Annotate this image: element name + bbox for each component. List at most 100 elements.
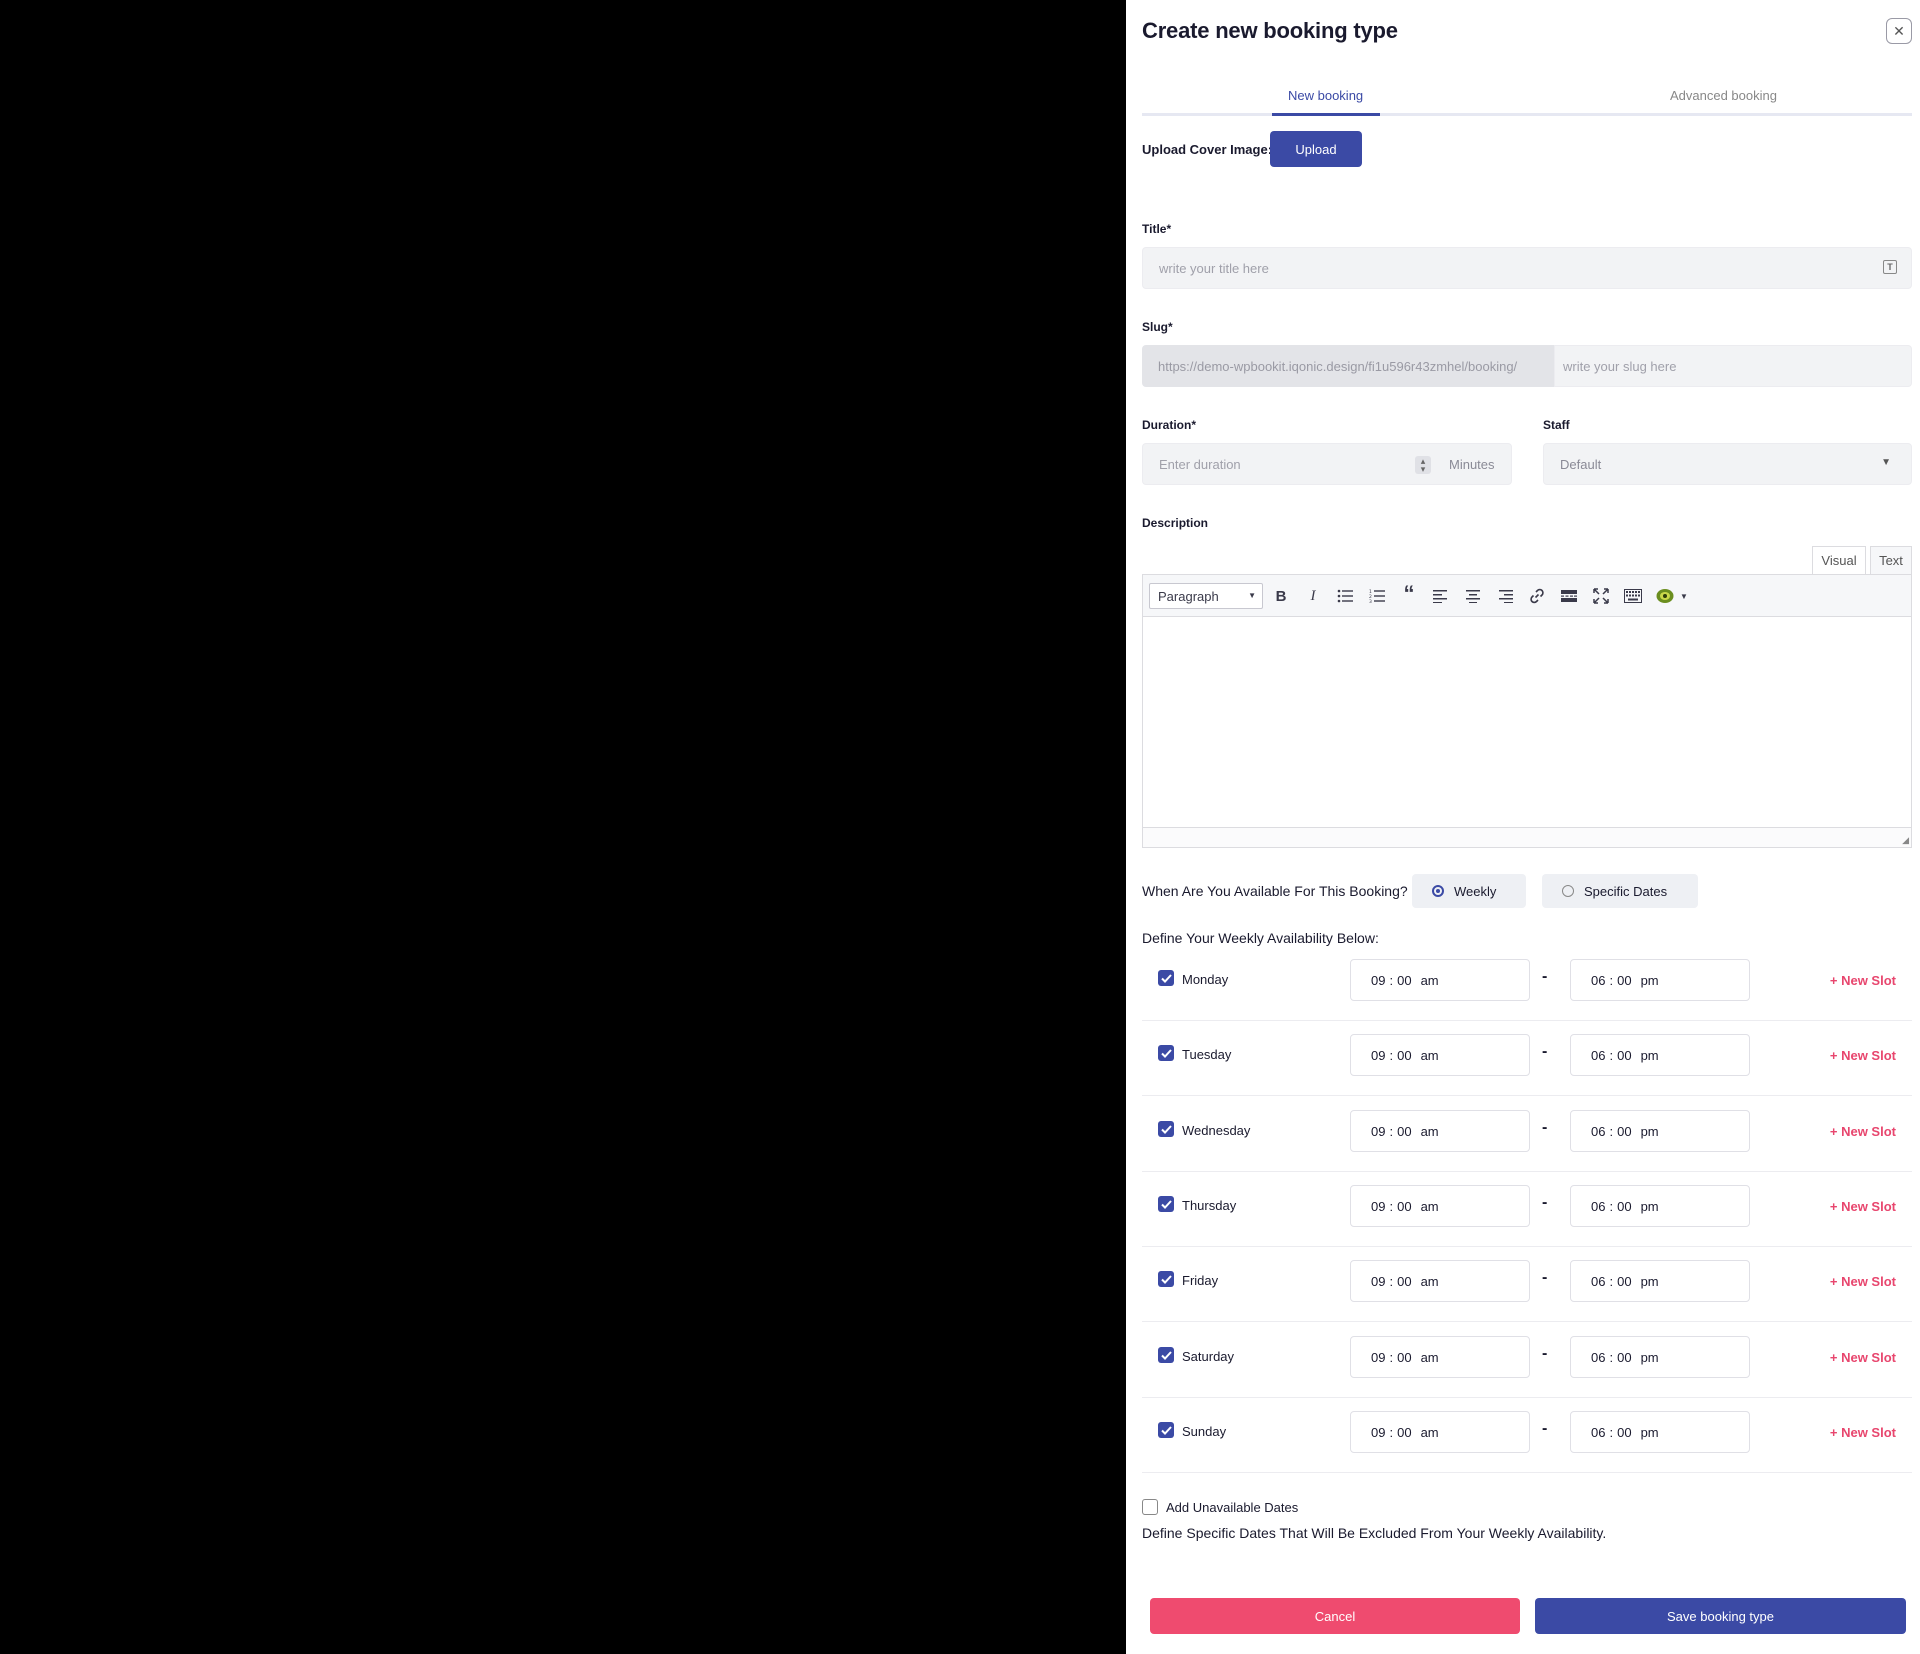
end-hour[interactable]: 06 xyxy=(1591,1274,1605,1289)
new-slot-button[interactable]: + New Slot xyxy=(1830,1124,1896,1139)
start-ampm[interactable]: am xyxy=(1421,1124,1439,1139)
end-ampm[interactable]: pm xyxy=(1641,1199,1659,1214)
day-checkbox[interactable] xyxy=(1158,970,1174,986)
numbered-list-icon[interactable]: 123 xyxy=(1367,587,1387,605)
blockquote-icon[interactable]: “ xyxy=(1399,581,1419,606)
read-more-icon[interactable] xyxy=(1559,587,1579,605)
tab-advanced-booking[interactable]: Advanced booking xyxy=(1670,88,1777,103)
link-icon[interactable] xyxy=(1527,587,1547,605)
end-hour[interactable]: 06 xyxy=(1591,1048,1605,1063)
editor-tab-visual[interactable]: Visual xyxy=(1812,546,1866,574)
start-time-input[interactable]: 09:00 am xyxy=(1350,959,1530,1001)
end-minute[interactable]: 00 xyxy=(1617,1274,1631,1289)
emoji-icon[interactable]: ▼ xyxy=(1655,587,1689,605)
start-hour[interactable]: 09 xyxy=(1371,1124,1385,1139)
end-minute[interactable]: 00 xyxy=(1617,1350,1631,1365)
start-minute[interactable]: 00 xyxy=(1397,1048,1411,1063)
end-hour[interactable]: 06 xyxy=(1591,1425,1605,1440)
start-hour[interactable]: 09 xyxy=(1371,1350,1385,1365)
end-hour[interactable]: 06 xyxy=(1591,1124,1605,1139)
number-stepper-icon[interactable]: ▴ ▾ xyxy=(1415,456,1431,474)
editor-tab-text[interactable]: Text xyxy=(1870,546,1912,574)
start-hour[interactable]: 09 xyxy=(1371,1274,1385,1289)
radio-specific-dates[interactable]: Specific Dates xyxy=(1542,874,1698,908)
end-ampm[interactable]: pm xyxy=(1641,1274,1659,1289)
start-ampm[interactable]: am xyxy=(1421,1199,1439,1214)
day-checkbox[interactable] xyxy=(1158,1196,1174,1212)
end-minute[interactable]: 00 xyxy=(1617,1124,1631,1139)
new-slot-button[interactable]: + New Slot xyxy=(1830,1274,1896,1289)
start-minute[interactable]: 00 xyxy=(1397,1350,1411,1365)
start-time-input[interactable]: 09:00 am xyxy=(1350,1110,1530,1152)
start-ampm[interactable]: am xyxy=(1421,1274,1439,1289)
end-hour[interactable]: 06 xyxy=(1591,1350,1605,1365)
start-minute[interactable]: 00 xyxy=(1397,1274,1411,1289)
start-time-input[interactable]: 09:00 am xyxy=(1350,1336,1530,1378)
end-minute[interactable]: 00 xyxy=(1617,1048,1631,1063)
start-time-input[interactable]: 09:00 am xyxy=(1350,1185,1530,1227)
bold-icon[interactable]: B xyxy=(1271,587,1291,605)
duration-input[interactable]: Enter duration ▴ ▾ Minutes xyxy=(1142,443,1512,485)
fullscreen-icon[interactable] xyxy=(1591,587,1611,605)
end-hour[interactable]: 06 xyxy=(1591,973,1605,988)
resize-handle-icon[interactable]: ◢ xyxy=(1902,835,1909,846)
format-select[interactable]: Paragraph ▼ xyxy=(1149,583,1263,609)
start-hour[interactable]: 09 xyxy=(1371,973,1385,988)
start-time-input[interactable]: 09:00 am xyxy=(1350,1260,1530,1302)
end-time-input[interactable]: 06:00 pm xyxy=(1570,1336,1750,1378)
start-minute[interactable]: 00 xyxy=(1397,973,1411,988)
end-time-input[interactable]: 06:00 pm xyxy=(1570,959,1750,1001)
end-minute[interactable]: 00 xyxy=(1617,973,1631,988)
close-button[interactable]: ✕ xyxy=(1886,18,1912,44)
day-checkbox[interactable] xyxy=(1158,1347,1174,1363)
start-time-input[interactable]: 09:00 am xyxy=(1350,1034,1530,1076)
start-minute[interactable]: 00 xyxy=(1397,1124,1411,1139)
keyboard-icon[interactable] xyxy=(1623,587,1643,605)
start-hour[interactable]: 09 xyxy=(1371,1199,1385,1214)
start-ampm[interactable]: am xyxy=(1421,1425,1439,1440)
slug-input[interactable]: write your slug here xyxy=(1554,345,1912,387)
end-time-input[interactable]: 06:00 pm xyxy=(1570,1185,1750,1227)
day-checkbox[interactable] xyxy=(1158,1045,1174,1061)
new-slot-button[interactable]: + New Slot xyxy=(1830,1199,1896,1214)
end-ampm[interactable]: pm xyxy=(1641,1048,1659,1063)
unavailable-dates-checkbox[interactable] xyxy=(1142,1499,1158,1515)
end-ampm[interactable]: pm xyxy=(1641,1124,1659,1139)
day-checkbox[interactable] xyxy=(1158,1271,1174,1287)
save-booking-type-button[interactable]: Save booking type xyxy=(1535,1598,1906,1634)
align-center-icon[interactable] xyxy=(1463,587,1483,605)
end-minute[interactable]: 00 xyxy=(1617,1425,1631,1440)
upload-button[interactable]: Upload xyxy=(1270,131,1362,167)
new-slot-button[interactable]: + New Slot xyxy=(1830,973,1896,988)
align-right-icon[interactable] xyxy=(1495,587,1515,605)
start-ampm[interactable]: am xyxy=(1421,1350,1439,1365)
end-hour[interactable]: 06 xyxy=(1591,1199,1605,1214)
title-input[interactable]: write your title here T xyxy=(1142,247,1912,289)
end-time-input[interactable]: 06:00 pm xyxy=(1570,1034,1750,1076)
day-checkbox[interactable] xyxy=(1158,1422,1174,1438)
staff-select[interactable]: Default ▼ xyxy=(1543,443,1912,485)
new-slot-button[interactable]: + New Slot xyxy=(1830,1425,1896,1440)
start-minute[interactable]: 00 xyxy=(1397,1199,1411,1214)
end-ampm[interactable]: pm xyxy=(1641,1425,1659,1440)
start-ampm[interactable]: am xyxy=(1421,973,1439,988)
radio-weekly[interactable]: Weekly xyxy=(1412,874,1526,908)
start-hour[interactable]: 09 xyxy=(1371,1425,1385,1440)
tab-new-booking[interactable]: New booking xyxy=(1288,88,1363,103)
start-time-input[interactable]: 09:00 am xyxy=(1350,1411,1530,1453)
end-ampm[interactable]: pm xyxy=(1641,973,1659,988)
end-minute[interactable]: 00 xyxy=(1617,1199,1631,1214)
cancel-button[interactable]: Cancel xyxy=(1150,1598,1520,1634)
editor-content-area[interactable] xyxy=(1143,617,1911,829)
end-time-input[interactable]: 06:00 pm xyxy=(1570,1260,1750,1302)
new-slot-button[interactable]: + New Slot xyxy=(1830,1350,1896,1365)
end-ampm[interactable]: pm xyxy=(1641,1350,1659,1365)
start-minute[interactable]: 00 xyxy=(1397,1425,1411,1440)
day-checkbox[interactable] xyxy=(1158,1121,1174,1137)
start-ampm[interactable]: am xyxy=(1421,1048,1439,1063)
end-time-input[interactable]: 06:00 pm xyxy=(1570,1110,1750,1152)
align-left-icon[interactable] xyxy=(1431,587,1451,605)
italic-icon[interactable]: I xyxy=(1303,587,1323,605)
end-time-input[interactable]: 06:00 pm xyxy=(1570,1411,1750,1453)
bullet-list-icon[interactable] xyxy=(1335,587,1355,605)
